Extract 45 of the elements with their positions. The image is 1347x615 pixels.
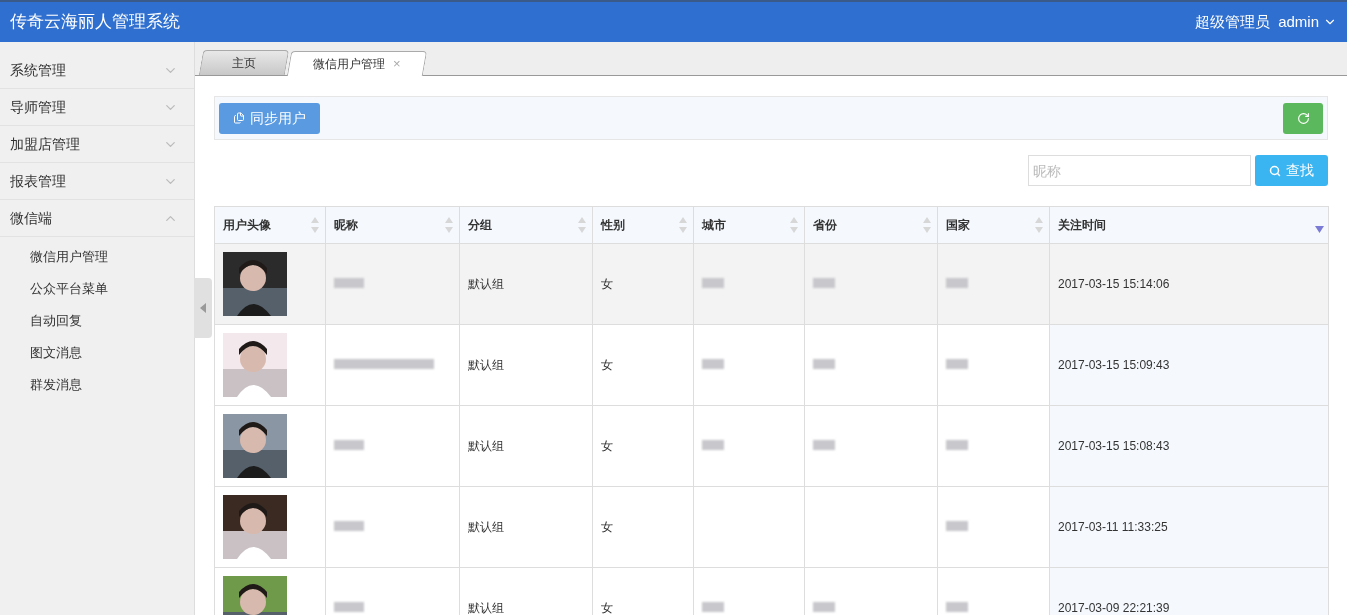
column-header[interactable]: 城市 bbox=[693, 206, 805, 244]
table-cell: 女 bbox=[592, 567, 694, 615]
sidebar-item[interactable]: 报表管理 bbox=[0, 163, 194, 200]
copy-icon bbox=[233, 112, 245, 124]
app-title: 传奇云海丽人管理系统 bbox=[10, 11, 180, 34]
column-header[interactable]: 省份 bbox=[804, 206, 938, 244]
user-menu[interactable]: admin bbox=[1278, 10, 1337, 34]
sidebar-subitem[interactable]: 微信用户管理 bbox=[0, 241, 194, 273]
table-cell: 2017-03-09 22:21:39 bbox=[1049, 567, 1329, 615]
role-label: 超级管理员 bbox=[1195, 11, 1271, 32]
table-cell: 默认组 bbox=[459, 243, 593, 325]
column-header[interactable]: 关注时间 bbox=[1049, 206, 1329, 244]
column-header[interactable]: 昵称 bbox=[325, 206, 460, 244]
table-cell: 2017-03-15 15:09:43 bbox=[1049, 324, 1329, 406]
sidebar-item[interactable]: 微信端 bbox=[0, 200, 194, 237]
table-cell: 默认组 bbox=[459, 486, 593, 568]
search-field[interactable]: 昵称 bbox=[1028, 155, 1251, 186]
collapse-icon bbox=[200, 303, 206, 313]
sidebar-item[interactable]: 加盟店管理 bbox=[0, 126, 194, 163]
refresh-button[interactable] bbox=[1283, 102, 1323, 134]
refresh-icon bbox=[1296, 111, 1310, 125]
table-cell: 女 bbox=[592, 324, 694, 406]
table-cell: 女 bbox=[592, 405, 694, 487]
column-header[interactable]: 分组 bbox=[459, 206, 593, 244]
collapse-handle[interactable] bbox=[194, 278, 212, 338]
table-cell: 2017-03-11 11:33:25 bbox=[1049, 486, 1329, 568]
sidebar-item[interactable]: 系统管理 bbox=[0, 52, 194, 89]
sidebar-item[interactable]: 导师管理 bbox=[0, 89, 194, 126]
tab[interactable]: 微信用户管理 × bbox=[286, 51, 428, 76]
table-cell: 默认组 bbox=[459, 405, 593, 487]
table-cell: 2017-03-15 15:14:06 bbox=[1049, 243, 1329, 325]
table-cell: 默认组 bbox=[459, 324, 593, 406]
search-icon bbox=[1269, 164, 1281, 177]
table-cell: 默认组 bbox=[459, 567, 593, 615]
sidebar-subitem[interactable]: 自动回复 bbox=[0, 305, 194, 337]
tab[interactable]: 主页 bbox=[198, 50, 290, 75]
sidebar-subitem[interactable]: 图文消息 bbox=[0, 337, 194, 369]
table-cell: 2017-03-15 15:08:43 bbox=[1049, 405, 1329, 487]
table-cell: 女 bbox=[592, 486, 694, 568]
column-header[interactable]: 性别 bbox=[592, 206, 694, 244]
table-cell: 女 bbox=[592, 243, 694, 325]
sidebar-subitem[interactable]: 群发消息 bbox=[0, 369, 194, 401]
sidebar-subitem[interactable]: 公众平台菜单 bbox=[0, 273, 194, 305]
column-header[interactable]: 用户头像 bbox=[214, 206, 326, 244]
column-header[interactable]: 国家 bbox=[937, 206, 1050, 244]
